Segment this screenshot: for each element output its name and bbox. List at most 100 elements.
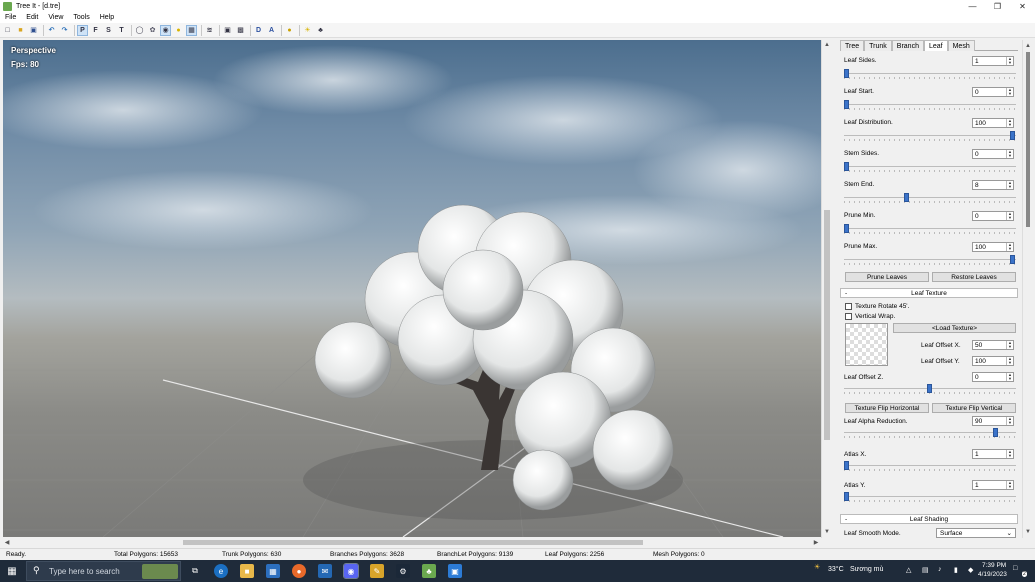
leaf-toggle-button[interactable]: ✿ <box>147 25 158 36</box>
start-button[interactable]: ▦ <box>5 564 19 578</box>
texture-flip-vertical-button[interactable]: Texture Flip Vertical <box>932 403 1016 413</box>
slider-thumb[interactable] <box>1010 255 1015 264</box>
slider-thumb[interactable] <box>1010 131 1015 140</box>
tab-trunk[interactable]: Trunk <box>864 40 892 51</box>
discord-button[interactable]: ◉ <box>343 563 359 579</box>
leaf-offset-x-spinbox[interactable]: 50 ▲ ▼ <box>972 340 1014 350</box>
battery-icon[interactable]: ▮ <box>954 566 958 574</box>
leaf-offset-y-spinbox[interactable]: 100 ▲ ▼ <box>972 356 1014 366</box>
leaf-smooth-mode-select[interactable]: Surface ⌄ <box>936 528 1016 538</box>
spin-down-icon[interactable]: ▼ <box>1006 421 1013 425</box>
notes-button[interactable]: ✎ <box>370 564 384 578</box>
param-spinbox[interactable]: 1 ▲ ▼ <box>972 56 1014 66</box>
viewport-horizontal-scrollbar[interactable]: ◀ ▶ <box>3 538 821 547</box>
param-slider[interactable] <box>844 162 1016 172</box>
spin-down-icon[interactable]: ▼ <box>1006 361 1013 365</box>
new-file-button[interactable]: □ <box>2 25 13 36</box>
treeit-taskbar-button[interactable]: ♣ <box>422 564 436 578</box>
steam-button[interactable]: ⚙ <box>396 564 410 578</box>
param-slider[interactable] <box>844 224 1016 234</box>
leaf-alpha-spinbox[interactable]: 90 ▲ ▼ <box>972 416 1014 426</box>
tray-overflow-icon[interactable]: △ <box>906 566 911 574</box>
weather-description[interactable]: Sương mù <box>850 566 883 573</box>
taskbar-search[interactable]: ⚲ Type here to search <box>26 561 181 581</box>
spin-down-icon[interactable]: ▼ <box>1006 377 1013 381</box>
scroll-thumb[interactable] <box>1026 52 1030 227</box>
menu-file[interactable]: File <box>0 14 21 21</box>
network-icon[interactable]: ▤ <box>922 566 929 574</box>
slider-thumb[interactable] <box>844 162 849 171</box>
viewport-vertical-scrollbar[interactable]: ▲ ▼ <box>821 40 831 538</box>
mail-button[interactable]: ✉ <box>318 564 332 578</box>
param-spinbox[interactable]: 0 ▲ ▼ <box>972 87 1014 97</box>
atlas-x-spinbox[interactable]: 1 ▲ ▼ <box>972 449 1014 459</box>
collapse-icon[interactable]: - <box>845 289 847 298</box>
spin-down-icon[interactable]: ▼ <box>1006 61 1013 65</box>
param-slider[interactable] <box>844 193 1016 203</box>
slider-thumb[interactable] <box>844 461 849 470</box>
a-tool-button[interactable]: A <box>266 25 277 36</box>
app-taskbar-button[interactable]: ▣ <box>448 564 462 578</box>
wireframe-button[interactable]: ◯ <box>134 25 145 36</box>
shading-button[interactable]: ◉ <box>160 24 171 36</box>
spin-down-icon[interactable]: ▼ <box>1006 123 1013 127</box>
sun-button[interactable]: ☀ <box>302 25 313 36</box>
tab-leaf[interactable]: Leaf <box>923 40 948 51</box>
param-spinbox[interactable]: 100 ▲ ▼ <box>972 242 1014 252</box>
scroll-up-icon[interactable]: ▲ <box>1024 42 1032 50</box>
spin-down-icon[interactable]: ▼ <box>1006 485 1013 489</box>
scroll-up-icon[interactable]: ▲ <box>823 41 831 49</box>
clock-time[interactable]: 7:39 PM <box>982 562 1006 569</box>
param-slider[interactable] <box>844 100 1016 110</box>
tree-button[interactable]: ♣ <box>315 25 326 36</box>
prune-leaves-button[interactable]: Prune Leaves <box>845 272 929 282</box>
scroll-thumb[interactable] <box>824 210 830 440</box>
spin-down-icon[interactable]: ▼ <box>1006 92 1013 96</box>
tab-branch[interactable]: Branch <box>891 40 924 51</box>
tab-mesh[interactable]: Mesh <box>947 40 975 51</box>
leaf-alpha-slider[interactable] <box>844 428 1016 438</box>
param-slider[interactable] <box>844 131 1016 141</box>
task-view-button[interactable]: ⧉ <box>188 564 202 578</box>
save-button[interactable]: ▣ <box>28 25 39 36</box>
texture-rotate-checkbox[interactable] <box>845 303 852 310</box>
minimize-button[interactable]: — <box>960 0 985 12</box>
atlas-y-spinbox[interactable]: 1 ▲ ▼ <box>972 480 1014 490</box>
slider-thumb[interactable] <box>844 224 849 233</box>
undo-button[interactable]: ↶ <box>46 25 57 36</box>
globe-button[interactable]: ● <box>284 25 295 36</box>
open-file-button[interactable]: ■ <box>15 25 26 36</box>
scroll-down-icon[interactable]: ▼ <box>823 528 831 536</box>
slider-thumb[interactable] <box>927 384 932 393</box>
clock-date[interactable]: 4/19/2023 <box>978 571 1007 578</box>
leaf-offset-z-slider[interactable] <box>844 384 1016 394</box>
d-tool-button[interactable]: D <box>253 25 264 36</box>
menu-edit[interactable]: Edit <box>21 14 43 21</box>
maximize-button[interactable]: ❐ <box>985 0 1010 12</box>
leaf-shading-section-header[interactable]: - Leaf Shading <box>840 514 1018 524</box>
screenshot-button[interactable]: ▣ <box>222 25 233 36</box>
atlas-y-slider[interactable] <box>844 492 1016 502</box>
leaf-offset-z-spinbox[interactable]: 0 ▲ ▼ <box>972 372 1014 382</box>
front-view-button[interactable]: F <box>90 25 101 36</box>
spin-down-icon[interactable]: ▼ <box>1006 185 1013 189</box>
wind-button[interactable]: ≋ <box>204 25 215 36</box>
atlas-x-slider[interactable] <box>844 461 1016 471</box>
param-spinbox[interactable]: 100 ▲ ▼ <box>972 118 1014 128</box>
notification-icon[interactable]: □ <box>1013 565 1017 572</box>
tab-tree[interactable]: Tree <box>840 40 865 51</box>
top-view-button[interactable]: T <box>116 25 127 36</box>
light-button[interactable]: ● <box>173 25 184 36</box>
edge-button[interactable]: e <box>214 564 228 578</box>
language-icon[interactable]: ◆ <box>968 566 973 574</box>
redo-button[interactable]: ↷ <box>59 25 70 36</box>
slider-thumb[interactable] <box>844 100 849 109</box>
store-button[interactable]: ▦ <box>266 564 280 578</box>
slider-thumb[interactable] <box>844 69 849 78</box>
panel-vertical-scrollbar[interactable]: ▲ ▼ <box>1022 40 1032 538</box>
vertical-wrap-checkbox[interactable] <box>845 313 852 320</box>
param-spinbox[interactable]: 0 ▲ ▼ <box>972 211 1014 221</box>
scroll-left-icon[interactable]: ◀ <box>3 538 11 546</box>
param-spinbox[interactable]: 8 ▲ ▼ <box>972 180 1014 190</box>
spin-down-icon[interactable]: ▼ <box>1006 454 1013 458</box>
